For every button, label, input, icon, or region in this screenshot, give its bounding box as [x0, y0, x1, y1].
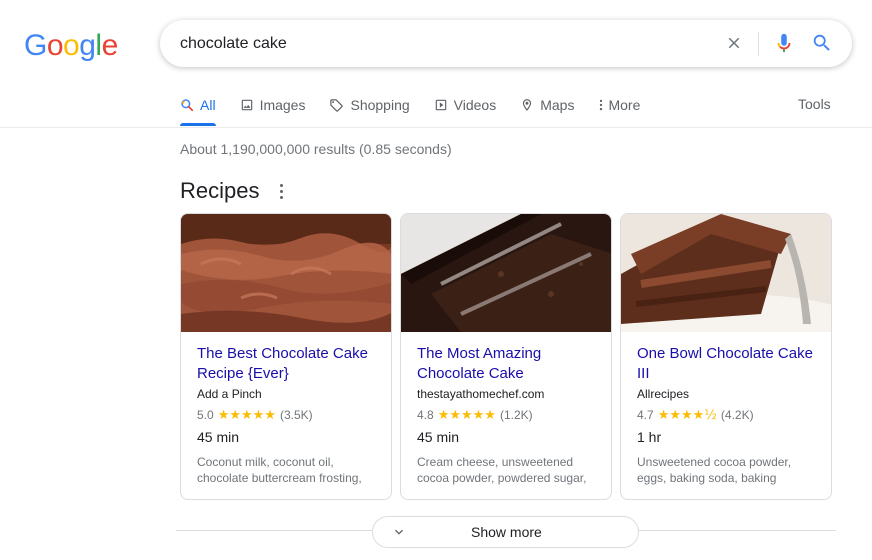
tab-label: Maps [540, 97, 575, 113]
map-pin-icon [523, 99, 532, 111]
voice-search-button[interactable] [772, 31, 796, 55]
active-tab-indicator [180, 123, 216, 126]
logo-letter: e [101, 29, 119, 62]
star-rating-icon: ★★★★★ [437, 407, 496, 423]
header-divider [0, 127, 872, 128]
tools-button[interactable]: Tools [798, 96, 831, 112]
tab-images[interactable]: Images [240, 92, 306, 118]
recipe-rating: 4.7 ★★★★½ (4.2K) [637, 407, 815, 423]
rating-value: 4.8 [417, 408, 434, 422]
chevron-down-icon [395, 529, 403, 535]
search-box [160, 20, 852, 67]
tab-label: More [608, 97, 641, 113]
recipe-time: 1 hr [637, 429, 662, 445]
recipe-ingredients: Unsweetened cocoa powder, eggs, baking s… [637, 455, 792, 485]
recipe-title[interactable]: The Best Chocolate Cake Recipe {Ever} [197, 344, 375, 384]
show-more-divider [176, 530, 372, 531]
recipe-ingredients: Coconut milk, coconut oil, chocolate but… [197, 455, 362, 485]
recipe-source: Allrecipes [637, 387, 690, 401]
recipe-source: thestayathomechef.com [417, 387, 545, 401]
search-submit-button[interactable] [810, 31, 834, 55]
logo-letter: g [79, 29, 96, 62]
recipes-more-options-icon[interactable] [272, 180, 290, 202]
logo-letter: o [46, 29, 64, 62]
tag-icon [330, 98, 344, 112]
tab-shopping[interactable]: Shopping [329, 92, 410, 118]
play-icon [435, 99, 446, 111]
recipes-heading: Recipes [180, 178, 260, 203]
star-rating-icon: ★★★★½ [657, 407, 717, 423]
review-count: (4.2K) [720, 408, 754, 422]
logo-letter: G [24, 29, 47, 62]
recipe-rating: 5.0 ★★★★★ (3.5K) [197, 407, 375, 423]
search-icon [181, 99, 194, 112]
tab-label: Images [259, 97, 306, 113]
search-tabs: All Images Shopping Videos Maps More [180, 92, 664, 127]
recipe-card[interactable]: The Best Chocolate Cake Recipe {Ever} Ad… [180, 213, 392, 500]
recipe-ingredients: Cream cheese, unsweetened cocoa powder, … [417, 455, 587, 485]
image-icon [241, 99, 252, 111]
tab-maps[interactable]: Maps [520, 92, 574, 118]
star-rating-icon: ★★★★★ [217, 407, 276, 423]
recipe-rating: 4.8 ★★★★★ (1.2K) [417, 407, 595, 423]
close-icon [728, 37, 740, 49]
tab-label: All [200, 97, 216, 113]
tab-all[interactable]: All [180, 92, 216, 118]
show-more-divider [639, 530, 836, 531]
logo-letter: o [63, 29, 80, 62]
tab-videos[interactable]: Videos [434, 92, 497, 118]
recipe-image [401, 214, 611, 332]
clear-search-button[interactable] [722, 31, 746, 55]
recipe-image [181, 214, 391, 332]
result-stats: About 1,190,000,000 results (0.85 second… [180, 141, 452, 157]
tab-label: Shopping [350, 97, 410, 113]
recipe-title[interactable]: The Most Amazing Chocolate Cake [417, 344, 595, 384]
tab-label: Videos [453, 97, 497, 113]
search-divider [758, 32, 759, 56]
recipe-time: 45 min [197, 429, 240, 445]
show-more-button[interactable]: Show more [372, 516, 639, 548]
rating-value: 4.7 [637, 408, 654, 422]
recipe-card[interactable]: The Most Amazing Chocolate Cake thestaya… [400, 213, 612, 500]
microphone-icon [777, 33, 791, 53]
recipe-image [621, 214, 831, 332]
recipe-title[interactable]: One Bowl Chocolate Cake III [637, 344, 815, 384]
review-count: (3.5K) [279, 408, 313, 422]
review-count: (1.2K) [499, 408, 533, 422]
google-logo[interactable]: Google [24, 28, 118, 64]
tab-more[interactable]: More [598, 92, 640, 118]
search-input[interactable] [180, 33, 700, 55]
recipe-time: 45 min [417, 429, 460, 445]
recipe-source: Add a Pinch [197, 387, 262, 401]
more-vert-icon [600, 99, 603, 111]
rating-value: 5.0 [197, 408, 214, 422]
search-icon [813, 34, 830, 51]
recipe-card[interactable]: One Bowl Chocolate Cake III Allrecipes 4… [620, 213, 832, 500]
show-more-label: Show more [471, 524, 542, 540]
